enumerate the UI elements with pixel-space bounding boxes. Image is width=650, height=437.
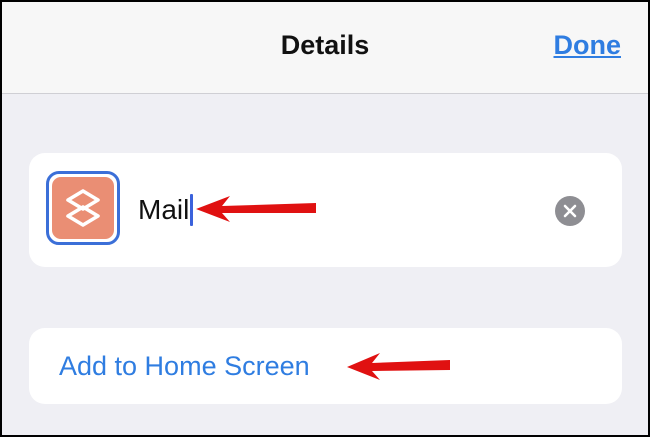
add-to-home-screen-button[interactable]: Add to Home Screen bbox=[59, 349, 310, 383]
red-arrow-icon bbox=[347, 353, 450, 380]
details-screen: Details Done Mail Add to Home Screen bbox=[2, 2, 648, 435]
shortcut-icon-button[interactable] bbox=[46, 171, 120, 245]
shortcut-name-input[interactable]: Mail bbox=[138, 193, 189, 227]
red-arrow-icon bbox=[196, 196, 316, 222]
navigation-bar: Details Done bbox=[2, 2, 648, 94]
page-title: Details bbox=[280, 30, 370, 60]
shortcuts-icon bbox=[52, 177, 114, 239]
clear-text-button[interactable] bbox=[555, 196, 585, 226]
shortcut-name-field[interactable]: Mail bbox=[138, 190, 194, 230]
shortcut-name-card: Mail bbox=[29, 153, 622, 267]
done-button[interactable]: Done bbox=[554, 28, 622, 62]
clear-x-icon bbox=[563, 204, 577, 218]
add-to-home-card: Add to Home Screen bbox=[29, 328, 622, 404]
